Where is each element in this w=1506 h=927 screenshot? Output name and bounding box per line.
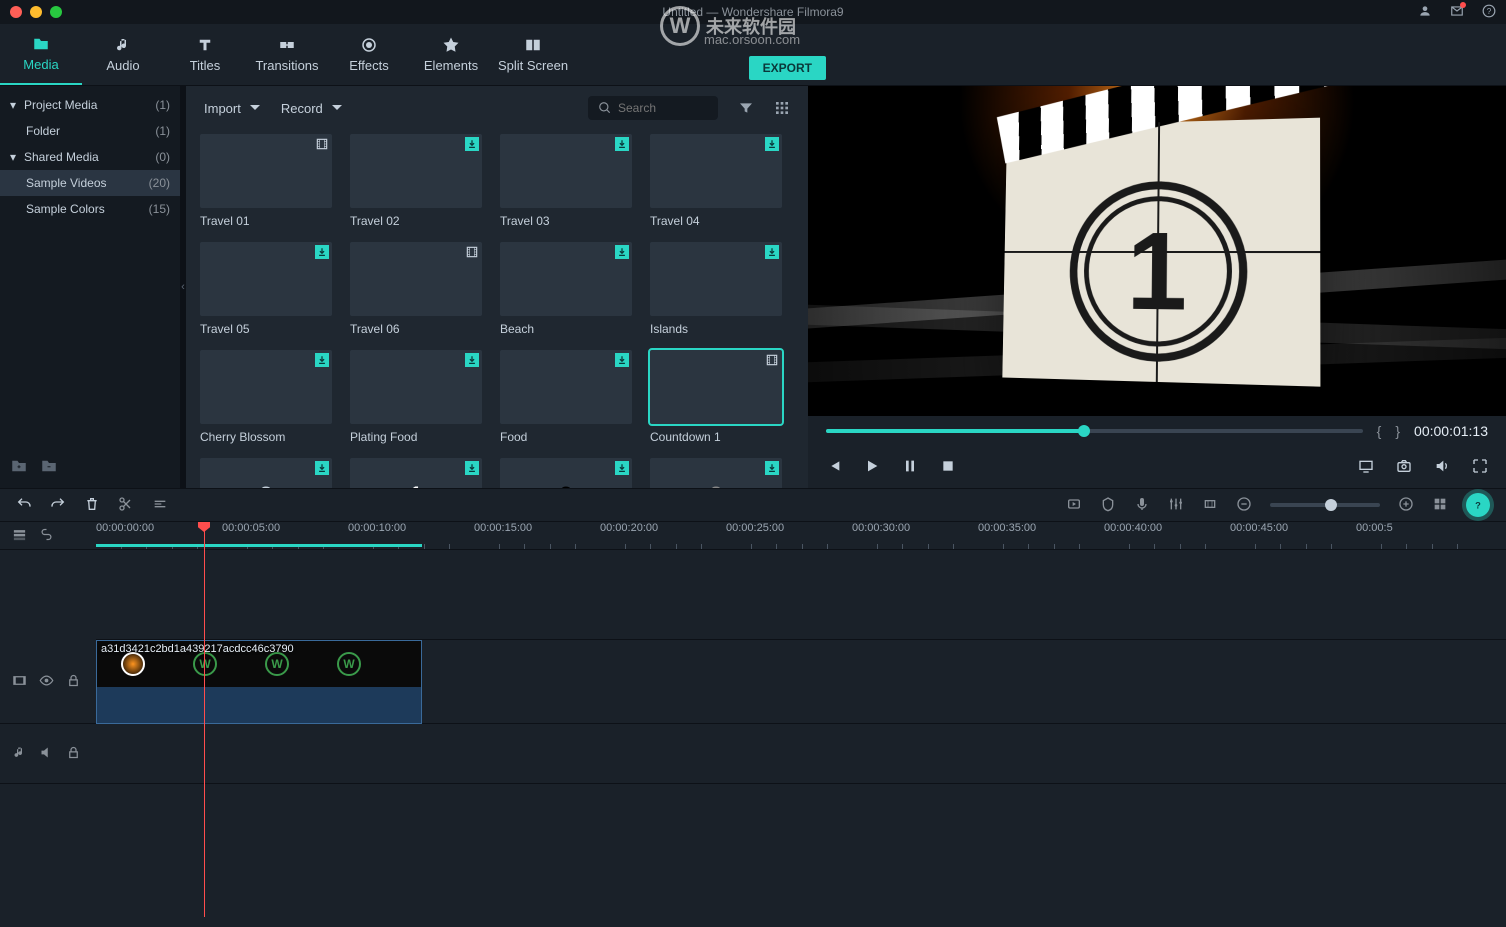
tab-media[interactable]: Media: [0, 24, 82, 85]
mail-icon[interactable]: [1450, 4, 1464, 21]
sidebar-item-sample-videos[interactable]: Sample Videos(20): [0, 170, 180, 196]
split-button[interactable]: [118, 496, 134, 515]
tab-transitions[interactable]: Transitions: [246, 24, 328, 85]
delete-folder-icon[interactable]: [40, 457, 58, 478]
visibility-icon[interactable]: [39, 673, 54, 691]
import-dropdown[interactable]: Import: [204, 101, 261, 116]
clip-food[interactable]: Food: [500, 350, 632, 444]
video-track-icon[interactable]: [12, 673, 27, 691]
audio-track-icon[interactable]: [12, 745, 27, 763]
zoom-in-button[interactable]: [1398, 496, 1414, 515]
track-spacer[interactable]: [96, 550, 1506, 640]
zoom-slider[interactable]: [1270, 503, 1380, 507]
tab-audio[interactable]: Audio: [82, 24, 164, 85]
minimize-window[interactable]: [30, 6, 42, 18]
clip-travel-01[interactable]: Travel 01: [200, 134, 332, 228]
audio-track[interactable]: [96, 724, 1506, 784]
search-box[interactable]: [588, 96, 718, 120]
sidebar-item-folder[interactable]: Folder(1): [0, 118, 180, 144]
play-button[interactable]: [864, 458, 880, 477]
edit-button[interactable]: [152, 496, 168, 515]
snapshot-icon[interactable]: [1396, 458, 1412, 477]
preview-panel: 1 { } 00:00:01:13: [808, 86, 1506, 488]
clip-travel-04[interactable]: Travel 04: [650, 134, 782, 228]
redo-button[interactable]: [50, 496, 66, 515]
close-window[interactable]: [10, 6, 22, 18]
prev-frame-button[interactable]: [826, 458, 842, 477]
clip-travel-05[interactable]: Travel 05: [200, 242, 332, 336]
watermark: W 未来软件园 mac.orsoon.com: [660, 6, 796, 46]
help-button[interactable]: ?: [1466, 493, 1490, 517]
clip-travel-06[interactable]: Travel 06: [350, 242, 482, 336]
mark-out-icon[interactable]: }: [1395, 423, 1400, 439]
playhead[interactable]: [204, 522, 205, 917]
record-dropdown[interactable]: Record: [281, 101, 343, 116]
tab-effects[interactable]: Effects: [328, 24, 410, 85]
clip-countdown-4[interactable]: 3Countdown 4: [500, 458, 632, 488]
svg-text:?: ?: [1475, 501, 1481, 511]
voiceover-icon[interactable]: [1134, 496, 1150, 515]
clip-countdown-2[interactable]: 3Countdown 2: [200, 458, 332, 488]
render-button[interactable]: [1066, 496, 1082, 515]
grid-view-icon[interactable]: [774, 100, 790, 116]
preview-viewport[interactable]: 1: [808, 86, 1506, 416]
seek-bar[interactable]: [826, 429, 1363, 433]
mixer-icon[interactable]: [1168, 496, 1184, 515]
export-button[interactable]: EXPORT: [749, 56, 826, 80]
tab-titles[interactable]: Titles: [164, 24, 246, 85]
timeline-clip[interactable]: a31d3421c2bd1a439217acdcc46c3790 W W W: [96, 640, 422, 724]
filter-icon[interactable]: [738, 100, 754, 116]
timecode: 00:00:01:13: [1414, 423, 1488, 439]
maximize-window[interactable]: [50, 6, 62, 18]
clip-plating-food[interactable]: Plating Food: [350, 350, 482, 444]
zoom-fit-icon[interactable]: [1432, 496, 1448, 515]
stop-button[interactable]: [940, 458, 956, 477]
help-icon[interactable]: ?: [1482, 4, 1496, 21]
audio-track-header: [0, 724, 96, 784]
manage-tracks-icon[interactable]: [12, 527, 27, 545]
mute-icon[interactable]: [39, 745, 54, 763]
lock-icon[interactable]: [66, 745, 81, 763]
timeline-toolbar: ?: [0, 488, 1506, 522]
pause-button[interactable]: [902, 458, 918, 477]
sidebar-item-sample-colors[interactable]: Sample Colors(15): [0, 196, 180, 222]
clip-travel-03[interactable]: Travel 03: [500, 134, 632, 228]
clip-countdown-1[interactable]: Countdown 1: [650, 350, 782, 444]
search-input[interactable]: [618, 101, 708, 115]
clip-islands[interactable]: Islands: [650, 242, 782, 336]
timeline-ruler[interactable]: 00:00:00:0000:00:05:0000:00:10:0000:00:1…: [96, 522, 1506, 550]
display-icon[interactable]: [1358, 458, 1374, 477]
zoom-out-button[interactable]: [1236, 496, 1252, 515]
lock-icon[interactable]: [66, 673, 81, 691]
clip-countdown-3[interactable]: 1Countdown 3: [350, 458, 482, 488]
media-browser: Import Record Travel 01Travel 02Travel 0…: [186, 86, 808, 488]
clip-countdown-5[interactable]: 2Countdown 5: [650, 458, 782, 488]
crop-icon[interactable]: [1202, 496, 1218, 515]
video-track[interactable]: a31d3421c2bd1a439217acdcc46c3790 W W W: [96, 640, 1506, 724]
clip-travel-02[interactable]: Travel 02: [350, 134, 482, 228]
timeline: 00:00:00:0000:00:05:0000:00:10:0000:00:1…: [0, 522, 1506, 917]
sidebar-item-shared-media[interactable]: ▾Shared Media(0): [0, 144, 180, 170]
clip-beach[interactable]: Beach: [500, 242, 632, 336]
new-folder-icon[interactable]: [10, 457, 28, 478]
link-icon[interactable]: [39, 527, 54, 545]
mark-in-icon[interactable]: {: [1377, 423, 1382, 439]
undo-button[interactable]: [16, 496, 32, 515]
video-track-header: [0, 640, 96, 724]
svg-text:?: ?: [1487, 6, 1492, 15]
fullscreen-icon[interactable]: [1472, 458, 1488, 477]
tab-splitscreen[interactable]: Split Screen: [492, 24, 574, 85]
account-icon[interactable]: [1418, 4, 1432, 21]
window-controls: [10, 6, 62, 18]
sidebar-item-project-media[interactable]: ▾Project Media(1): [0, 92, 180, 118]
volume-icon[interactable]: [1434, 458, 1450, 477]
sidebar: ▾Project Media(1)Folder(1)▾Shared Media(…: [0, 86, 180, 488]
clip-cherry-blossom[interactable]: Cherry Blossom: [200, 350, 332, 444]
tab-elements[interactable]: Elements: [410, 24, 492, 85]
search-icon: [598, 101, 612, 115]
delete-button[interactable]: [84, 496, 100, 515]
marker-icon[interactable]: [1100, 496, 1116, 515]
clapboard-graphic: 1: [1002, 118, 1320, 387]
